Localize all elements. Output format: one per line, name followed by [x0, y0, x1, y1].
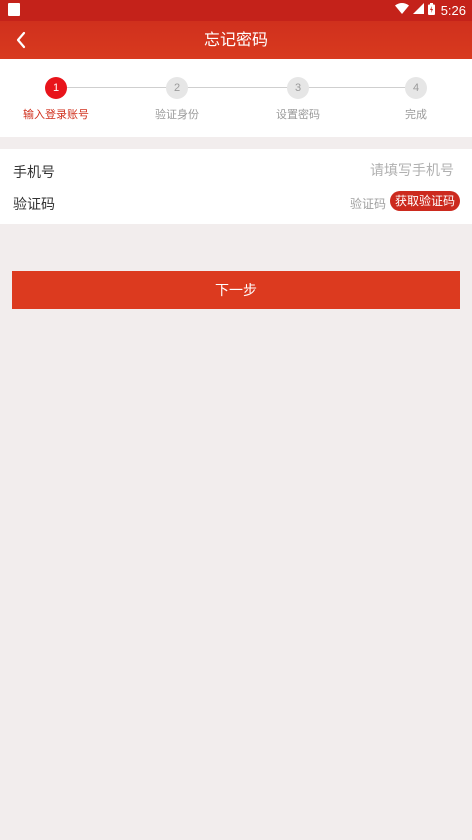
code-label: 验证码 [13, 197, 55, 213]
status-icons: 5:26 [394, 0, 466, 21]
step-label: 输入登录账号 [23, 108, 89, 121]
step-number: 2 [166, 77, 188, 99]
status-time: 5:26 [440, 3, 466, 18]
step-indicator: 1 输入登录账号 2 验证身份 3 设置密码 4 完成 [0, 59, 472, 137]
step-3: 3 设置密码 [248, 77, 348, 122]
phone-label: 手机号 [13, 165, 55, 181]
step-number: 1 [45, 77, 67, 99]
step-label: 设置密码 [276, 108, 320, 121]
battery-icon [427, 2, 435, 19]
get-code-button[interactable]: 获取验证码 [389, 191, 460, 211]
notification-square-icon [8, 3, 20, 16]
page-title: 忘记密码 [203, 30, 268, 49]
step-label: 完成 [405, 108, 427, 121]
wifi-icon [394, 3, 409, 18]
status-bar: 5:26 [0, 0, 472, 21]
account-form: 手机号 验证码 获取验证码 [0, 149, 472, 224]
phone-input[interactable] [204, 159, 454, 183]
phone-row: 手机号 [0, 155, 472, 187]
step-2: 2 验证身份 [127, 77, 227, 122]
signal-icon [412, 3, 424, 18]
step-4: 4 完成 [366, 77, 466, 122]
step-number: 3 [287, 77, 309, 99]
next-step-button[interactable]: 下一步 [12, 271, 460, 309]
step-1: 1 输入登录账号 [6, 77, 106, 122]
step-connector-line [56, 87, 416, 88]
step-label: 验证身份 [155, 108, 199, 121]
code-row: 验证码 获取验证码 [0, 187, 472, 219]
code-input[interactable] [266, 193, 386, 215]
app-bar: 忘记密码 [0, 21, 472, 59]
step-number: 4 [405, 77, 427, 99]
